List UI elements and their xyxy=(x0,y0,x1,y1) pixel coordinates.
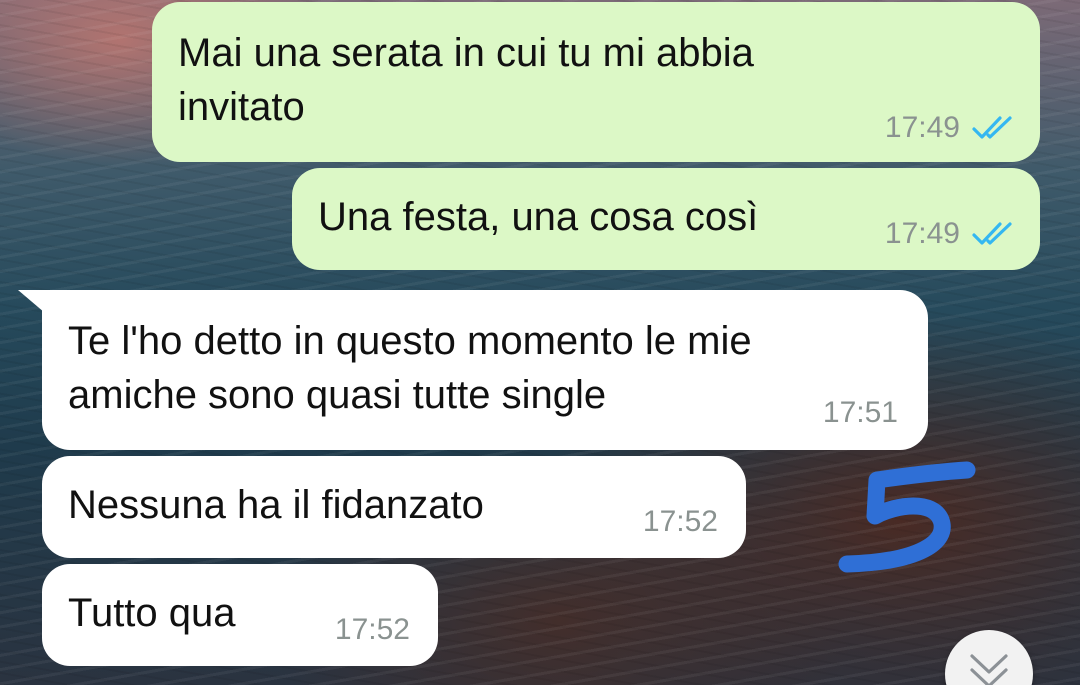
message-time: 17:49 xyxy=(884,111,960,144)
message-bubble-incoming[interactable]: Tutto qua 17:52 xyxy=(42,564,438,666)
message-text: Mai una serata in cui tu mi abbia invita… xyxy=(178,31,754,129)
message-time: 17:52 xyxy=(642,505,718,538)
message-time: 17:52 xyxy=(334,613,410,646)
message-text: Una festa, una cosa così xyxy=(318,195,759,239)
chat-area[interactable]: Mai una serata in cui tu mi abbia invita… xyxy=(0,0,1080,685)
message-meta: 17:49 xyxy=(885,113,1016,143)
message-text: Tutto qua xyxy=(68,591,236,635)
message-meta: 17:52 xyxy=(335,615,410,645)
message-bubble-incoming[interactable]: Te l'ho detto in questo momento le mie a… xyxy=(42,290,928,450)
double-check-icon xyxy=(972,221,1016,247)
message-meta: 17:49 xyxy=(885,219,1016,249)
double-check-icon xyxy=(972,115,1016,141)
message-meta: 17:52 xyxy=(643,507,718,537)
message-text: Te l'ho detto in questo momento le mie a… xyxy=(68,319,752,417)
message-bubble-outgoing[interactable]: Una festa, una cosa così 17:49 xyxy=(292,168,1040,270)
message-time: 17:49 xyxy=(884,217,960,250)
message-text: Nessuna ha il fidanzato xyxy=(68,483,484,527)
message-meta: 17:51 xyxy=(823,398,898,428)
message-time: 17:51 xyxy=(822,396,898,429)
chevron-double-down-icon xyxy=(970,654,1008,685)
message-bubble-incoming[interactable]: Nessuna ha il fidanzato 17:52 xyxy=(42,456,746,558)
message-bubble-outgoing[interactable]: Mai una serata in cui tu mi abbia invita… xyxy=(152,2,1040,162)
handwritten-five-annotation xyxy=(838,461,976,573)
